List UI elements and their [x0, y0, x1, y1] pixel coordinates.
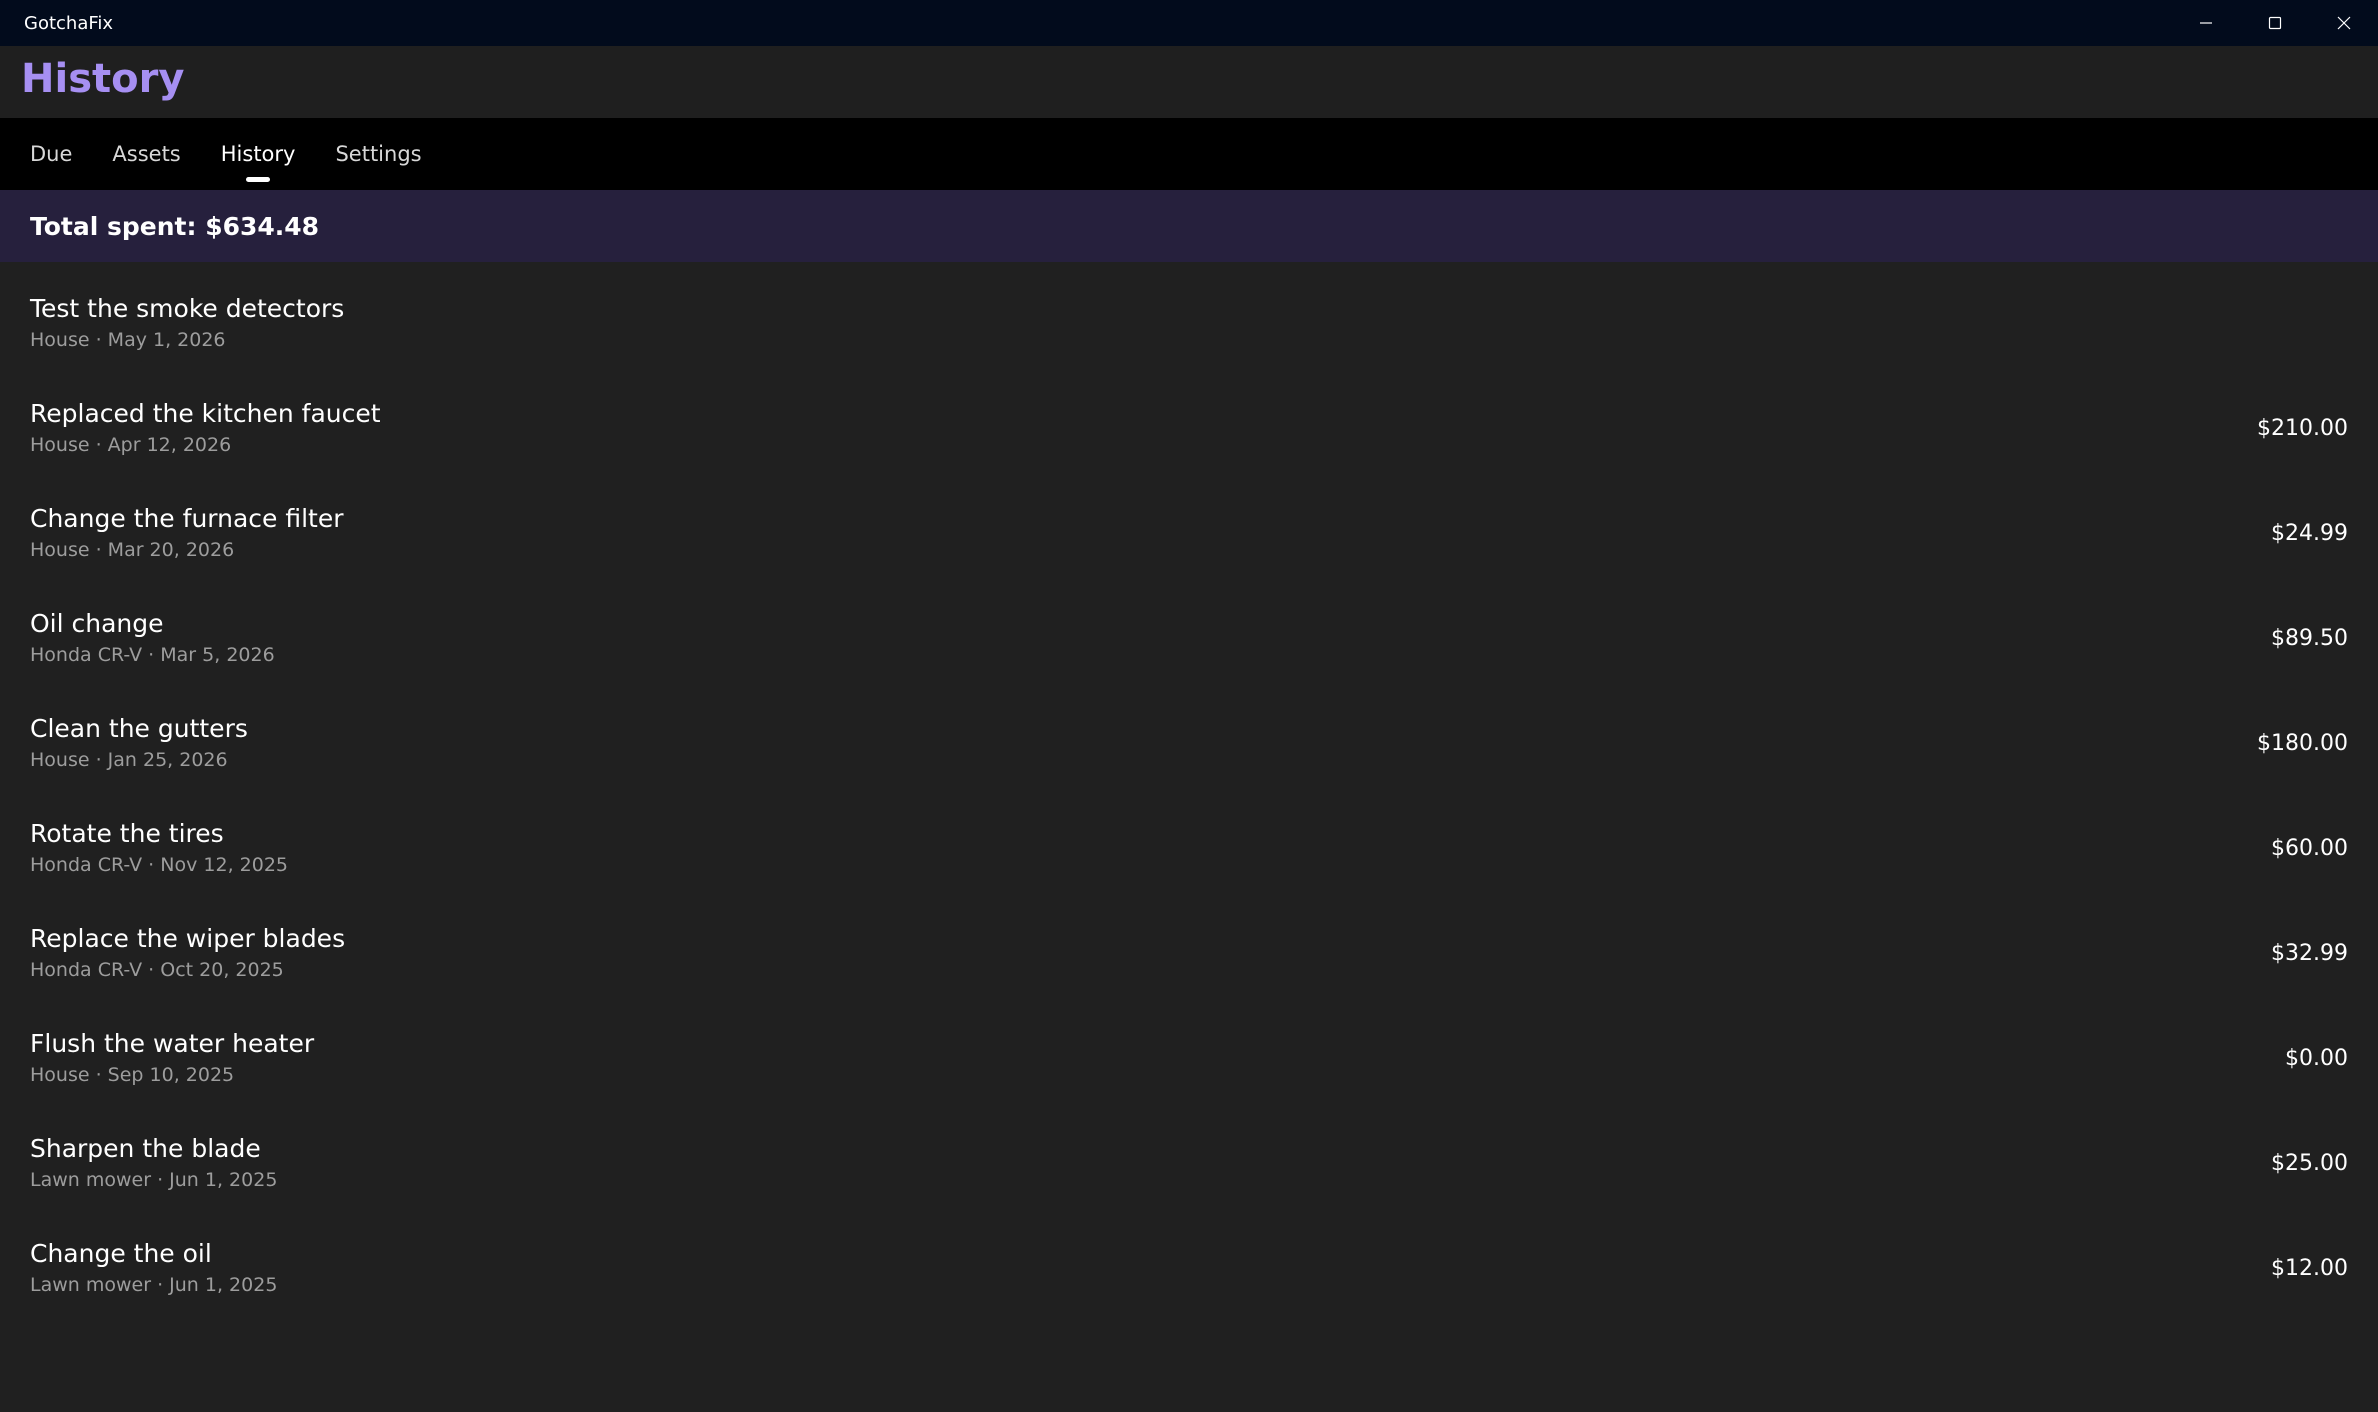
item-title: Rotate the tires	[30, 819, 224, 848]
item-cost: $89.50	[2271, 626, 2348, 651]
page-header: History	[0, 46, 2378, 118]
minimize-icon	[2199, 22, 2212, 24]
history-item[interactable]: Change the oil Lawn mower · Jun 1, 2025 …	[0, 1216, 2378, 1321]
item-cost: $180.00	[2257, 731, 2348, 756]
item-date: Nov 12, 2025	[160, 854, 288, 876]
title-bar[interactable]: GotchaFix	[0, 0, 2378, 46]
item-subtitle: Honda CR-V · Mar 5, 2026	[30, 644, 275, 666]
close-button[interactable]	[2309, 0, 2378, 46]
item-date: Sep 10, 2025	[107, 1064, 235, 1086]
history-list: Test the smoke detectors House · May 1, …	[0, 262, 2378, 1321]
total-spent-banner: Total spent: $634.48	[0, 190, 2378, 262]
item-title: Replaced the kitchen faucet	[30, 399, 381, 428]
item-subtitle: Lawn mower · Jun 1, 2025	[30, 1274, 278, 1296]
history-item[interactable]: Flush the water heater House · Sep 10, 2…	[0, 1006, 2378, 1111]
item-date: Mar 20, 2026	[107, 539, 235, 561]
item-subtitle: House · Apr 12, 2026	[30, 434, 232, 456]
history-item[interactable]: Change the furnace filter House · Mar 20…	[0, 481, 2378, 586]
item-date: May 1, 2026	[107, 329, 226, 351]
history-item[interactable]: Replace the wiper blades Honda CR-V · Oc…	[0, 901, 2378, 1006]
tab-label: Assets	[112, 142, 181, 166]
item-title: Test the smoke detectors	[30, 294, 345, 323]
item-asset: House	[30, 434, 90, 456]
history-item[interactable]: Rotate the tires Honda CR-V · Nov 12, 20…	[0, 796, 2378, 901]
total-spent-label: Total spent:	[30, 211, 197, 241]
item-date: Oct 20, 2025	[160, 959, 284, 981]
history-item[interactable]: Replaced the kitchen faucet House · Apr …	[0, 376, 2378, 481]
item-cost: $25.00	[2271, 1151, 2348, 1176]
item-date: Jun 1, 2025	[169, 1274, 278, 1296]
history-item[interactable]: Oil change Honda CR-V · Mar 5, 2026 $89.…	[0, 586, 2378, 691]
history-item[interactable]: Clean the gutters House · Jan 25, 2026 $…	[0, 691, 2378, 796]
item-subtitle: House · Sep 10, 2025	[30, 1064, 235, 1086]
tab-bar: Due Assets History Settings	[0, 118, 2378, 190]
tab-settings[interactable]: Settings	[315, 118, 441, 190]
tab-due[interactable]: Due	[10, 118, 92, 190]
item-date: Jan 25, 2026	[107, 749, 228, 771]
item-asset: House	[30, 1064, 90, 1086]
item-title: Sharpen the blade	[30, 1134, 261, 1163]
item-subtitle: Lawn mower · Jun 1, 2025	[30, 1169, 278, 1191]
item-asset: House	[30, 539, 90, 561]
close-icon	[2337, 16, 2350, 30]
app-window: GotchaFix History Due Assets History Set…	[0, 0, 2378, 1412]
minimize-button[interactable]	[2171, 0, 2240, 46]
item-asset: Lawn mower	[30, 1274, 152, 1296]
item-cost: $0.00	[2285, 1046, 2348, 1071]
maximize-button[interactable]	[2240, 0, 2309, 46]
history-item[interactable]: Test the smoke detectors House · May 1, …	[0, 271, 2378, 376]
item-asset: Honda CR-V	[30, 644, 143, 666]
tab-label: Settings	[335, 142, 422, 166]
item-date: Apr 12, 2026	[107, 434, 232, 456]
history-item[interactable]: Sharpen the blade Lawn mower · Jun 1, 20…	[0, 1111, 2378, 1216]
item-asset: House	[30, 329, 90, 351]
item-date: Jun 1, 2025	[169, 1169, 278, 1191]
item-asset: Lawn mower	[30, 1169, 152, 1191]
item-title: Oil change	[30, 609, 164, 638]
item-cost: $210.00	[2257, 416, 2348, 441]
item-asset: Honda CR-V	[30, 959, 143, 981]
item-cost: $12.00	[2271, 1256, 2348, 1281]
item-subtitle: House · Mar 20, 2026	[30, 539, 235, 561]
item-cost: $60.00	[2271, 836, 2348, 861]
window-controls	[2171, 0, 2378, 46]
item-asset: Honda CR-V	[30, 854, 143, 876]
item-subtitle: Honda CR-V · Nov 12, 2025	[30, 854, 288, 876]
maximize-icon	[2268, 16, 2281, 30]
item-title: Change the furnace filter	[30, 504, 344, 533]
active-tab-indicator	[246, 177, 271, 182]
item-subtitle: House · Jan 25, 2026	[30, 749, 228, 771]
item-title: Flush the water heater	[30, 1029, 315, 1058]
item-cost: $32.99	[2271, 941, 2348, 966]
app-title: GotchaFix	[24, 12, 114, 34]
item-cost: $24.99	[2271, 521, 2348, 546]
item-title: Replace the wiper blades	[30, 924, 346, 953]
tab-assets[interactable]: Assets	[92, 118, 200, 190]
tab-label: History	[220, 142, 296, 166]
tab-label: Due	[30, 142, 73, 166]
item-subtitle: Honda CR-V · Oct 20, 2025	[30, 959, 284, 981]
total-spent-value: $634.48	[205, 211, 320, 241]
item-subtitle: House · May 1, 2026	[30, 329, 226, 351]
item-title: Change the oil	[30, 1239, 212, 1268]
page-title: History	[21, 56, 185, 102]
item-asset: House	[30, 749, 90, 771]
tab-history[interactable]: History	[201, 118, 316, 190]
item-date: Mar 5, 2026	[160, 644, 275, 666]
item-title: Clean the gutters	[30, 714, 248, 743]
